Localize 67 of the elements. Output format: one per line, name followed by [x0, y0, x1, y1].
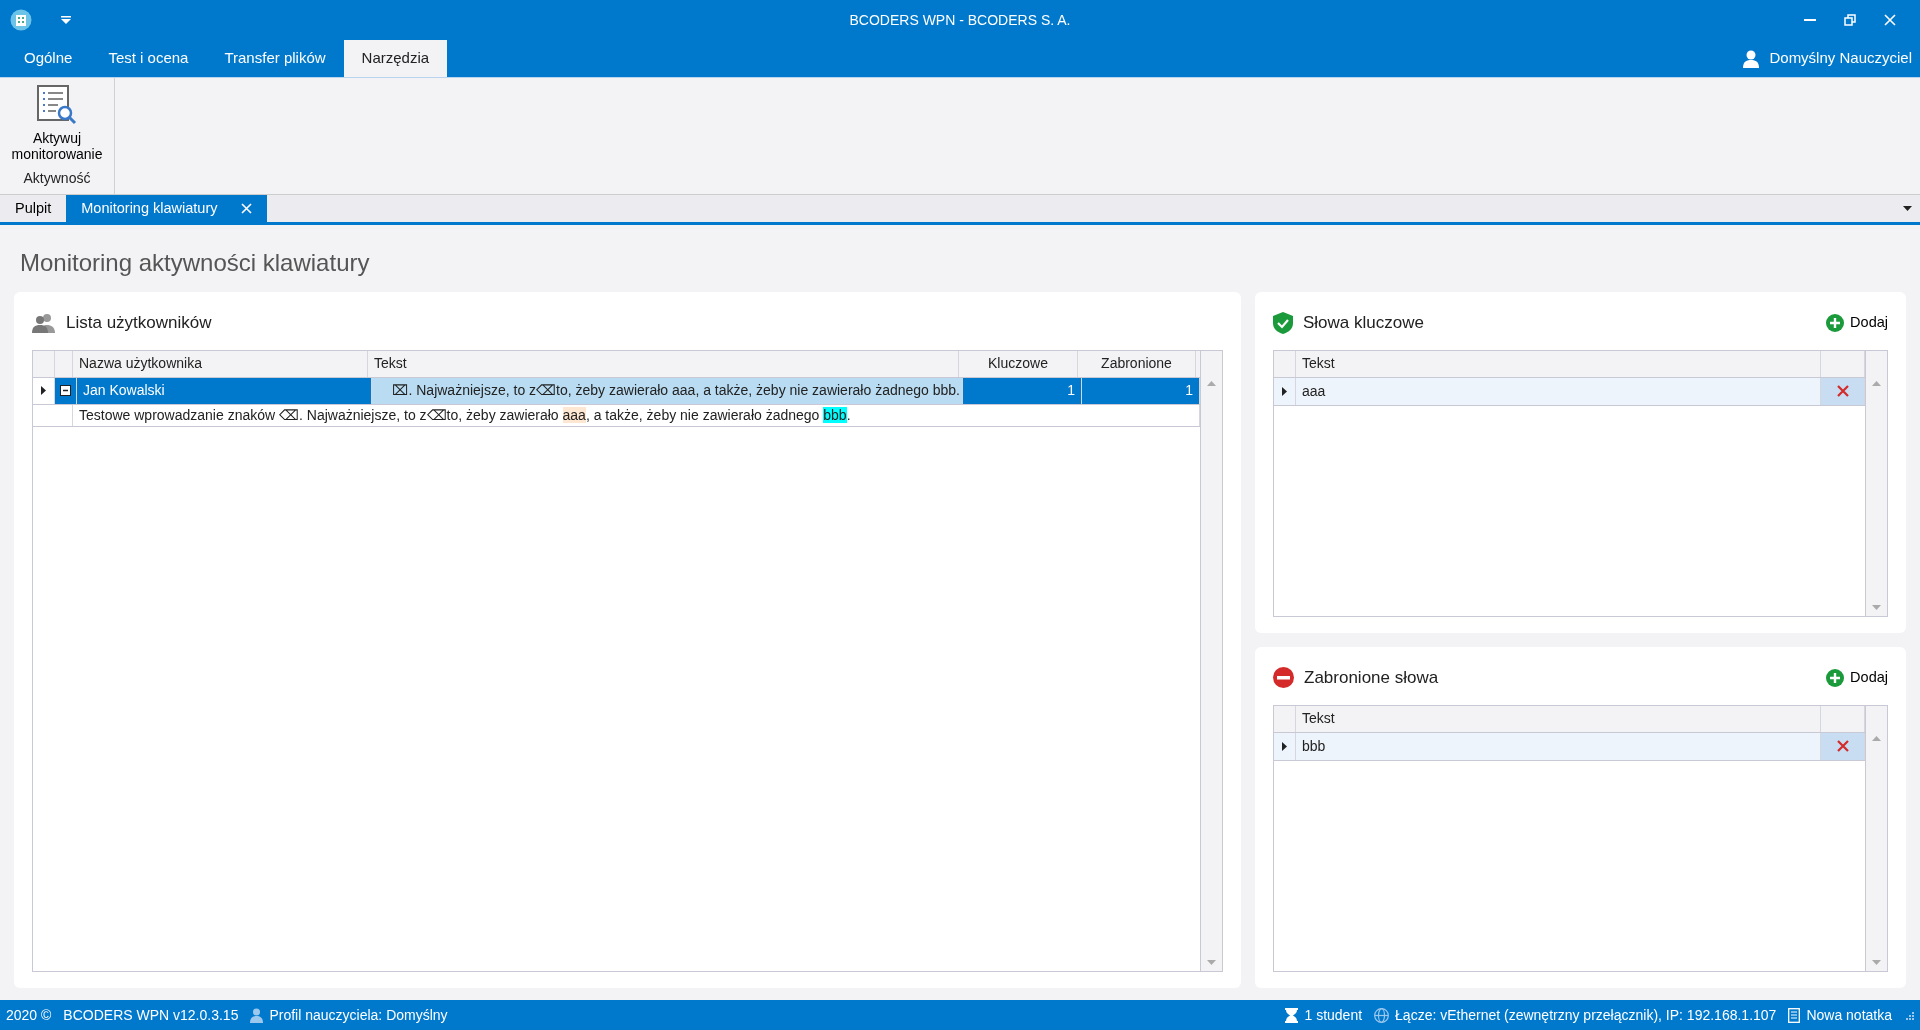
new-note-button[interactable]: Nowa notatka: [1788, 1004, 1892, 1026]
column-header: Zabronione: [1078, 350, 1196, 377]
ribbon-tab[interactable]: Transfer plików: [206, 40, 344, 77]
hourglass-icon: [1285, 1007, 1299, 1023]
close-icon[interactable]: [241, 203, 253, 214]
column-header: Tekst: [368, 350, 959, 377]
column-header: Tekst: [1296, 350, 1821, 377]
column-header: Nazwa użytkownika: [73, 350, 368, 377]
no-entry-icon: [1273, 667, 1294, 689]
activate-monitoring-button[interactable]: Aktywuj monitorowanie: [2, 84, 112, 163]
add-button[interactable]: Dodaj: [1826, 311, 1888, 334]
collapse-toggle[interactable]: [60, 385, 71, 397]
user-icon: [250, 1007, 264, 1023]
user-name[interactable]: Domyślny Nauczyciel: [1769, 47, 1912, 70]
app-logo-icon[interactable]: [10, 9, 32, 31]
table-cell: 1: [963, 377, 1082, 404]
table-cell: 1: [1082, 377, 1200, 404]
row-pointer-icon: [1282, 386, 1287, 396]
window-title: BCODERS WPN - BCODERS S. A.: [849, 11, 1071, 28]
panel-title: Zabronione słowa: [1304, 667, 1439, 690]
detail-text: Testowe wprowadzanie znaków ⌫. Najważniejsze, to z⌫to, żeby zawierało aaa, a także, żeby nie zawierało żadnego bbb.: [73, 404, 1200, 426]
delete-button[interactable]: [1836, 740, 1849, 753]
plus-circle-icon: [1826, 668, 1845, 687]
minimize-icon: [1804, 19, 1816, 21]
add-button[interactable]: Dodaj: [1826, 667, 1888, 689]
page-title: Monitoring aktywności klawiatury: [19, 248, 371, 278]
students-count: 1 student: [1304, 1005, 1363, 1025]
document-tab[interactable]: Pulpit: [0, 195, 67, 222]
scroll-down-icon[interactable]: [1872, 604, 1881, 610]
document-tab[interactable]: Monitoring klawiatury: [66, 195, 268, 222]
scroll-down-icon[interactable]: [1872, 960, 1881, 965]
note-icon: [1788, 1007, 1801, 1023]
scroll-up-icon[interactable]: [1872, 380, 1881, 386]
restore-icon: [1843, 13, 1857, 27]
ribbon-tab[interactable]: Test i ocena: [90, 40, 207, 77]
document-search-icon: [36, 84, 78, 126]
column-header: Kluczowe: [959, 350, 1078, 377]
minus-box-icon: [60, 385, 71, 397]
caret-icon: [1903, 205, 1912, 212]
column-header: Tekst: [1296, 705, 1821, 732]
users-icon: [32, 312, 56, 333]
caret-icon: [61, 16, 71, 24]
globe-icon: [1374, 1007, 1390, 1023]
ribbon-tab[interactable]: Narzędzia: [343, 40, 448, 77]
row-pointer-icon: [41, 386, 46, 396]
row-pointer-icon: [1282, 741, 1287, 751]
panel-title: Lista użytkowników: [66, 312, 212, 335]
ribbon-group-caption: Aktywność: [23, 169, 91, 188]
delete-button[interactable]: [1836, 385, 1849, 398]
scroll-down-icon[interactable]: [1207, 960, 1216, 965]
delete-icon: [1836, 385, 1849, 398]
user-icon: [1743, 49, 1760, 68]
copyright-text: 2020 ©: [6, 1005, 52, 1025]
plus-circle-icon: [1826, 313, 1845, 332]
table-cell: ⌧. Najważniejsze, to z⌫to, żeby zawierało aaa, a także, żeby nie zawierało żadnego bbb.: [372, 377, 963, 404]
table-cell: Jan Kowalski: [77, 377, 372, 404]
ribbon-tab[interactable]: Ogólne: [6, 40, 91, 77]
delete-icon: [1836, 740, 1849, 753]
panel-title: Słowa kluczowe: [1303, 312, 1424, 335]
scroll-up-icon[interactable]: [1872, 735, 1881, 741]
resize-grip-icon: [1904, 1010, 1914, 1020]
profile-text: Profil nauczyciela: Domyślny: [269, 1005, 448, 1025]
shield-check-icon: [1273, 311, 1293, 334]
scroll-up-icon[interactable]: [1207, 380, 1216, 386]
close-icon: [1883, 13, 1897, 27]
version-text: BCODERS WPN v12.0.3.15: [63, 1005, 239, 1025]
connection-text: Łącze: vEthernet (zewnętrzny przełącznik), IP: 192.168.1.107: [1395, 1005, 1777, 1025]
